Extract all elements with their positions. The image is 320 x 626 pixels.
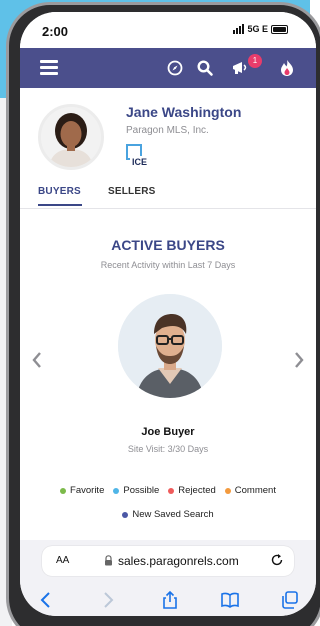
tabs-icon[interactable] bbox=[280, 590, 300, 610]
activity-legend: Favorite Possible Rejected Comment bbox=[20, 485, 316, 496]
legend-item-rejected: Rejected bbox=[168, 485, 216, 496]
back-icon[interactable] bbox=[36, 590, 56, 610]
agent-photo bbox=[41, 107, 101, 167]
buyer-site-visit: Site Visit: 3/30 Days bbox=[127, 444, 209, 454]
section-subtitle: Recent Activity within Last 7 Days bbox=[100, 260, 236, 270]
active-tab-indicator bbox=[38, 204, 82, 206]
rejected-dot-icon bbox=[168, 487, 175, 494]
favorite-dot-icon bbox=[60, 487, 67, 494]
buyer-avatar[interactable] bbox=[118, 294, 222, 398]
section-title: ACTIVE BUYERS bbox=[111, 237, 225, 253]
status-time: 2:00 bbox=[42, 24, 69, 39]
buyer-photo bbox=[118, 294, 222, 398]
agent-avatar bbox=[38, 104, 104, 170]
bookmarks-icon[interactable] bbox=[220, 590, 240, 610]
reload-icon[interactable] bbox=[270, 553, 284, 567]
activity-legend-row-2: New Saved Search bbox=[20, 509, 316, 520]
text-size-button[interactable]: AA bbox=[56, 555, 69, 566]
share-icon[interactable] bbox=[160, 590, 180, 610]
possible-dot-icon bbox=[113, 487, 120, 494]
chevron-left-icon[interactable] bbox=[30, 350, 44, 370]
comment-dot-icon bbox=[224, 487, 231, 494]
agent-company: Paragon MLS, Inc. bbox=[126, 125, 209, 136]
chevron-right-icon[interactable] bbox=[292, 350, 306, 370]
legend-item-possible: Possible bbox=[113, 485, 159, 496]
status-indicators: 5G E bbox=[233, 24, 288, 34]
tab-buyers[interactable]: BUYERS bbox=[38, 186, 81, 197]
saved-search-dot-icon bbox=[122, 511, 129, 518]
ice-logo: ICE bbox=[126, 144, 149, 167]
battery-icon bbox=[271, 24, 288, 34]
agent-name: Jane Washington bbox=[126, 104, 242, 120]
legend-item-favorite: Favorite bbox=[60, 485, 104, 496]
lock-icon bbox=[105, 555, 112, 566]
compass-icon[interactable] bbox=[166, 59, 184, 77]
menu-icon[interactable] bbox=[40, 60, 58, 75]
tabs-divider bbox=[20, 208, 316, 209]
legend-item-new-saved-search: New Saved Search bbox=[122, 509, 214, 520]
status-bar: 2:00 5G E bbox=[20, 12, 316, 48]
notification-badge: 1 bbox=[248, 54, 262, 68]
url-text[interactable]: sales.paragonrels.com bbox=[118, 554, 239, 568]
legend-item-comment: Comment bbox=[224, 485, 276, 496]
phone-screen: 2:00 5G E 1 Jane Washington Paragon MLS,… bbox=[20, 12, 316, 616]
buyer-name: Joe Buyer bbox=[141, 426, 195, 438]
tab-sellers[interactable]: SELLERS bbox=[108, 186, 156, 197]
flame-icon[interactable] bbox=[278, 59, 296, 77]
svg-text:ICE: ICE bbox=[132, 157, 147, 167]
address-bar[interactable]: AA sales.paragonrels.com bbox=[42, 546, 294, 576]
search-icon[interactable] bbox=[196, 59, 214, 77]
forward-icon[interactable] bbox=[98, 590, 118, 610]
network-label: 5G E bbox=[247, 24, 268, 34]
app-navbar: 1 bbox=[20, 48, 316, 88]
signal-icon bbox=[233, 24, 245, 34]
